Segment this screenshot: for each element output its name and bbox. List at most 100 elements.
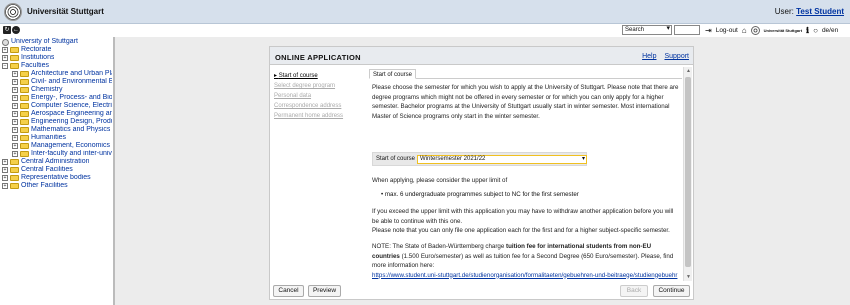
support-link[interactable]: Support: [664, 53, 689, 60]
continue-button[interactable]: Continue: [653, 285, 690, 297]
university-name: Universität Stuttgart: [27, 7, 104, 16]
tree-item[interactable]: + Architecture and Urban Pla: [12, 70, 112, 78]
tuition-info-link[interactable]: https://www.student.uni-stuttgart.de/stu…: [372, 272, 677, 282]
limit-text: When applying, please consider the upper…: [372, 177, 508, 184]
navigation-tree: University of Stuttgart + Rectorate + Insti…: [0, 37, 113, 305]
start-course-select[interactable]: Wintersemester 2021/22: [417, 155, 587, 164]
tree-item[interactable]: + Computer Science, Electric: [12, 102, 112, 110]
tree-item-label: Aerospace Engineering and: [31, 110, 112, 117]
tree-item[interactable]: + Central Facilities: [2, 166, 73, 174]
tree-item-label: Central Facilities: [21, 166, 73, 173]
folder-icon: [20, 71, 29, 77]
start-course-label: Start of course: [376, 156, 416, 162]
tree-item[interactable]: + Rectorate: [2, 46, 51, 54]
tree-item[interactable]: + Other Facilities: [2, 182, 68, 190]
tree-item[interactable]: + Engineering Design, Produc: [12, 118, 112, 126]
tree-item-label: Chemistry: [31, 86, 63, 93]
folder-icon: [20, 95, 29, 101]
step-select-degree-program: Select degree program: [274, 83, 336, 89]
tree-item-label: Energy-, Process- and Bio-: [31, 94, 112, 101]
tree-item-label: Rectorate: [21, 46, 52, 53]
tree-item[interactable]: + Institutions: [2, 54, 54, 62]
folder-icon: [10, 55, 19, 61]
tree-item-label: Representative bodies: [21, 174, 91, 181]
tree-item[interactable]: + Civil- and Environmental Er: [12, 78, 112, 86]
folder-icon: [20, 79, 29, 85]
expand-toggle-icon[interactable]: +: [12, 87, 18, 93]
note-prefix: NOTE: The State of Baden-Württemberg cha…: [372, 243, 507, 250]
tree-item-label: Mathematics and Physics: [31, 126, 111, 133]
tree-item-label: Institutions: [21, 54, 55, 61]
folder-icon: [20, 151, 29, 157]
preview-button[interactable]: Preview: [308, 285, 341, 297]
expand-toggle-icon[interactable]: +: [12, 103, 18, 109]
expand-toggle-icon[interactable]: +: [12, 79, 18, 85]
info-icon[interactable]: ℹ: [806, 26, 809, 35]
folder-icon: [20, 103, 29, 109]
scroll-thumb[interactable]: [685, 77, 691, 267]
content-scrollbar[interactable]: ▲ ▼: [683, 67, 692, 281]
expand-toggle-icon[interactable]: +: [12, 95, 18, 101]
expand-toggle-icon[interactable]: +: [12, 151, 18, 157]
tree-item-label: Computer Science, Electric: [31, 102, 112, 109]
tree-item[interactable]: + Representative bodies: [2, 174, 91, 182]
expand-toggle-icon[interactable]: +: [2, 47, 8, 53]
expand-toggle-icon[interactable]: +: [12, 111, 18, 117]
tree-item[interactable]: + Central Administration: [2, 158, 89, 166]
dialog-content: Start of course Please choose the semest…: [369, 67, 682, 281]
expand-toggle-icon[interactable]: +: [2, 159, 8, 165]
expand-toggle-icon[interactable]: +: [2, 55, 8, 61]
expand-toggle-icon[interactable]: +: [12, 135, 18, 141]
folder-icon: [20, 143, 29, 149]
expand-toggle-icon[interactable]: +: [12, 119, 18, 125]
folder-icon: [10, 159, 19, 165]
logout-link[interactable]: Log-out: [716, 27, 738, 34]
expand-toggle-icon[interactable]: +: [12, 71, 18, 77]
back-icon[interactable]: ←: [12, 26, 20, 34]
tree-item[interactable]: + Inter-faculty and inter-unive: [12, 150, 112, 158]
logout-icon[interactable]: ⇥: [705, 26, 712, 35]
application-dialog: Online application Help Support Start of…: [269, 46, 694, 300]
refresh-icon[interactable]: ↻: [3, 26, 11, 34]
collapse-toggle-icon[interactable]: −: [2, 63, 8, 69]
search-select[interactable]: Search: [622, 25, 672, 35]
tree-item-label: Inter-faculty and inter-unive: [31, 150, 112, 157]
home-icon[interactable]: ⌂: [742, 26, 747, 35]
language-icon[interactable]: ○: [813, 26, 818, 35]
expand-toggle-icon[interactable]: +: [2, 175, 8, 181]
folder-icon: [10, 175, 19, 181]
toolbar-right: ⇥ Log-out ⌂ Universität Stuttgart ℹ ○ de…: [705, 25, 838, 35]
tab-start-of-course[interactable]: Start of course: [369, 69, 417, 79]
tree-item[interactable]: + Management, Economics a: [12, 142, 112, 150]
tree-item[interactable]: + Humanities: [12, 134, 66, 142]
tree-item[interactable]: − Faculties: [2, 62, 49, 70]
cancel-button[interactable]: Cancel: [273, 285, 304, 297]
expand-toggle-icon[interactable]: +: [12, 127, 18, 133]
dialog-links: Help Support: [636, 53, 689, 60]
folder-icon: [20, 111, 29, 117]
tree-item-label: Engineering Design, Produc: [31, 118, 112, 125]
tree-item[interactable]: + Energy-, Process- and Bio-: [12, 94, 112, 102]
mini-brand: Universität Stuttgart: [763, 27, 803, 33]
scroll-down-arrow-icon[interactable]: ▼: [684, 273, 693, 281]
tree-item[interactable]: + Aerospace Engineering and: [12, 110, 112, 118]
tree-item[interactable]: + Mathematics and Physics: [12, 126, 110, 134]
tree-item[interactable]: + Chemistry: [12, 86, 63, 94]
only-one-text: Please note that you can only file one a…: [372, 227, 670, 234]
expand-toggle-icon[interactable]: +: [12, 143, 18, 149]
expand-toggle-icon[interactable]: +: [2, 167, 8, 173]
tuition-note: NOTE: The State of Baden-Württemberg cha…: [372, 242, 680, 281]
step-start-of-course[interactable]: Start of course: [274, 71, 368, 81]
step-permanent-home-address: Permanent home address: [274, 113, 344, 119]
language-link[interactable]: de/en: [822, 27, 838, 34]
tree-root[interactable]: University of Stuttgart: [2, 38, 78, 46]
expand-toggle-icon[interactable]: +: [2, 183, 8, 189]
help-link[interactable]: Help: [642, 53, 656, 60]
folder-icon: [10, 167, 19, 173]
scroll-up-arrow-icon[interactable]: ▲: [684, 67, 693, 75]
search-input[interactable]: [674, 25, 700, 35]
tree-item-label: Civil- and Environmental Er: [31, 78, 112, 85]
user-name-link[interactable]: Test Student: [796, 7, 844, 16]
dialog-header: Online application Help Support: [270, 47, 693, 65]
tree-item-label: Architecture and Urban Pla: [31, 70, 112, 77]
